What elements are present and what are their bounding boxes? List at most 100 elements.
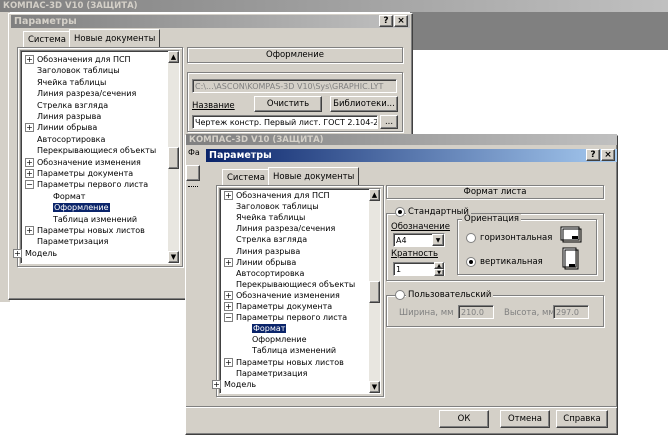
expand-icon[interactable]: + (13, 248, 22, 258)
expand-icon[interactable]: + (25, 226, 34, 235)
tree-item[interactable]: Обозначения для ПСП (37, 54, 131, 65)
format-panel-header: Формат листа (386, 185, 604, 199)
tree-item[interactable]: Параметризация (37, 236, 108, 247)
ok-button[interactable]: ОК (439, 410, 489, 428)
designation-label: Обозначение (391, 222, 450, 232)
expand-icon[interactable]: + (224, 290, 233, 300)
scroll-thumb[interactable] (168, 147, 179, 169)
back-dialog-titlebar: Параметры ? × (11, 15, 410, 28)
tree-item[interactable]: Перекрывающиеся объекты (37, 145, 156, 156)
tree-item[interactable]: Автосортировка (236, 268, 304, 279)
tree-item[interactable]: Формат (53, 191, 85, 202)
expand-icon[interactable]: + (224, 257, 233, 267)
tree-item[interactable]: Линия разреза/сечения (236, 223, 335, 234)
tree-item[interactable]: Заголовок таблицы (37, 65, 120, 76)
expand-icon[interactable]: + (25, 55, 34, 64)
scroll-up-icon[interactable]: ▲ (369, 189, 380, 201)
tree-item[interactable]: Автосортировка (37, 134, 105, 145)
front-dialog-titlebar: Параметры ? × (206, 149, 617, 162)
tree-item[interactable]: Таблица изменений (252, 345, 336, 356)
landscape-page-icon (560, 225, 582, 243)
width-label: Ширина, мм (399, 308, 454, 318)
tree-item[interactable]: Заголовок таблицы (236, 201, 319, 212)
tree-item[interactable]: Обозначение изменения (37, 157, 141, 168)
back-tab-system[interactable]: Система (23, 31, 71, 47)
clear-button[interactable]: Очистить (254, 96, 322, 112)
help-icon[interactable]: ? (379, 15, 393, 27)
tree-item[interactable]: Параметры первого листа (236, 312, 347, 323)
tree-item[interactable]: Линия разрыва (236, 246, 300, 257)
tree-item[interactable]: Линия разреза/сечения (37, 88, 136, 99)
collapse-icon[interactable]: − (224, 313, 233, 323)
expand-icon[interactable]: + (224, 357, 233, 367)
front-tab-system[interactable]: Система (222, 169, 270, 185)
tree-item[interactable]: Модель (25, 248, 57, 259)
expand-icon[interactable]: + (25, 157, 34, 167)
tree-item[interactable]: Параметры новых листов (236, 357, 344, 368)
custom-radio[interactable] (395, 290, 405, 300)
tree-item[interactable]: Линии обрыва (236, 257, 296, 268)
help-icon[interactable]: ? (586, 149, 600, 161)
back-tree: + Обозначения для ПСП Заголовок таблицы Яче… (13, 50, 180, 264)
horizontal-label: горизонтальная (480, 233, 553, 243)
libraries-button[interactable]: Библиотеки... (330, 96, 398, 112)
horizontal-radio[interactable] (466, 233, 476, 243)
front-dialog-title: Параметры (209, 150, 272, 161)
spin-down-icon[interactable]: ▼ (434, 269, 444, 276)
back-tree-frame: + Обозначения для ПСП Заголовок таблицы Яче… (13, 47, 183, 267)
style-name-field[interactable]: Чертеж констр. Первый лист. ГОСТ 2.104-2… (192, 115, 378, 129)
expand-icon[interactable]: + (25, 169, 34, 178)
expand-icon[interactable]: + (212, 379, 221, 389)
height-input: 297.0 (553, 305, 589, 319)
help-button[interactable]: Справка (556, 410, 608, 428)
tree-item[interactable]: Стрелка взгляда (236, 234, 307, 245)
tree-item[interactable]: Перекрывающиеся объекты (236, 279, 355, 290)
tree-item[interactable]: Стрелка взгляда (37, 100, 108, 111)
front-app-title: КОМПАС-3D V10 (ЗАЩИТА) (189, 134, 324, 145)
tree-item[interactable]: Параметры документа (37, 168, 133, 179)
menu-file[interactable]: Фа (186, 145, 206, 161)
tree-item[interactable]: Линия разрыва (37, 111, 101, 122)
back-dialog-title: Параметры (14, 16, 77, 27)
document-icon[interactable] (186, 165, 200, 181)
browse-button[interactable]: ... (380, 115, 398, 129)
tree-item[interactable]: Обозначения для ПСП (236, 190, 330, 201)
scroll-up-icon[interactable]: ▲ (168, 51, 179, 63)
tree-item[interactable]: Оформление (252, 334, 307, 345)
library-path-field: C:\...\ASCON\KOMPAS-3D V10\Sys\GRAPHIC.L… (192, 79, 397, 93)
standard-radio[interactable] (395, 207, 405, 217)
front-app-titlebar: КОМПАС-3D V10 (ЗАЩИТА) (186, 134, 617, 145)
expand-icon[interactable]: + (25, 123, 34, 133)
front-tree-scrollbar[interactable]: ▲ ▼ (369, 189, 380, 393)
cancel-button[interactable]: Отмена (500, 410, 550, 428)
close-icon[interactable]: × (394, 15, 408, 27)
scroll-thumb[interactable] (369, 281, 380, 303)
tree-item[interactable]: Обозначение изменения (236, 290, 340, 301)
tree-item[interactable]: Параметры документа (236, 301, 332, 312)
front-tree-frame: + Обозначения для ПСП Заголовок таблицы Яче… (212, 185, 384, 397)
tree-item[interactable]: Оформление (53, 202, 110, 213)
scroll-down-icon[interactable]: ▼ (168, 251, 179, 263)
expand-icon[interactable]: + (224, 302, 233, 311)
front-tab-new-docs[interactable]: Новые документы (268, 167, 360, 185)
vertical-radio[interactable] (466, 257, 476, 267)
spin-up-icon[interactable]: ▲ (434, 262, 444, 269)
tree-item[interactable]: Формат (252, 323, 287, 334)
tree-item[interactable]: Ячейка таблицы (37, 77, 106, 88)
back-tree-scrollbar[interactable]: ▲ ▼ (168, 51, 179, 263)
tree-item[interactable]: Модель (224, 379, 256, 390)
tree-item[interactable]: Параметры новых листов (37, 225, 145, 236)
tree-item[interactable]: Таблица изменений (53, 214, 137, 225)
tree-item[interactable]: Параметры первого листа (37, 179, 148, 190)
portrait-page-icon (562, 247, 580, 271)
tree-item[interactable]: Линии обрыва (37, 122, 97, 133)
tree-item[interactable]: Ячейка таблицы (236, 212, 305, 223)
collapse-icon[interactable]: − (25, 180, 34, 190)
close-icon[interactable]: × (601, 149, 615, 161)
tree-item[interactable]: Параметризация (236, 368, 307, 379)
expand-icon[interactable]: + (224, 191, 233, 200)
scroll-down-icon[interactable]: ▼ (369, 381, 380, 393)
app-title: КОМПАС-3D V10 (ЗАЩИТА) (3, 1, 138, 11)
chevron-down-icon[interactable]: ▼ (432, 234, 444, 246)
back-tab-new-docs[interactable]: Новые документы (69, 29, 161, 47)
